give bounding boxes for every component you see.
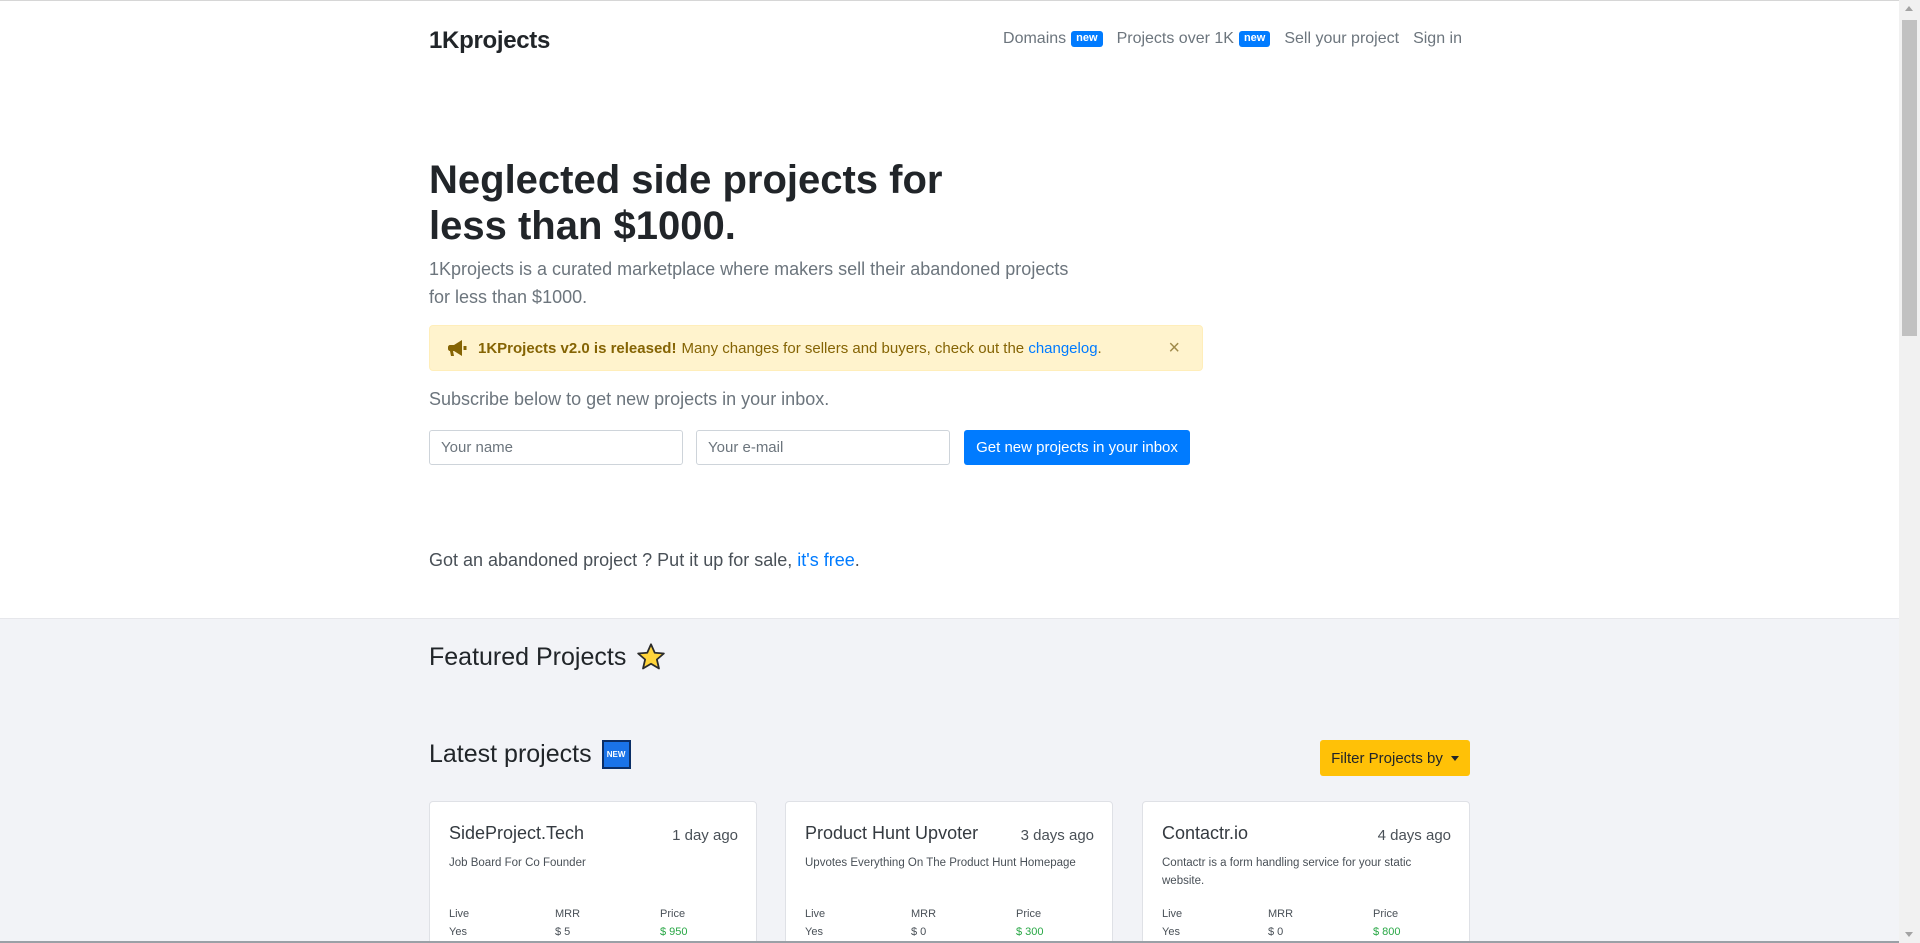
name-input[interactable] (429, 430, 683, 465)
price-value: $ 800 (1373, 926, 1401, 938)
scroll-up-icon[interactable] (1905, 6, 1913, 11)
featured-title: Featured Projects (429, 642, 627, 671)
page-scrollbar[interactable] (1899, 0, 1920, 943)
page-title: Neglected side projects for less than $1… (429, 158, 943, 248)
project-price: Price $ 800 (1373, 905, 1401, 941)
project-name: Product Hunt Upvoter (805, 823, 979, 843)
price-value: $ 300 (1016, 926, 1044, 938)
changelog-link[interactable]: changelog (1028, 340, 1097, 357)
project-description: Contactr is a form handling service for … (1162, 857, 1412, 887)
project-mrr: MRR $ 0 (911, 905, 936, 941)
brand-logo[interactable]: 1Kprojects (429, 27, 550, 55)
project-mrr: MRR $ 0 (1268, 905, 1293, 941)
price-label: Price (1373, 908, 1399, 920)
project-price: Price $ 950 (660, 905, 688, 941)
project-card[interactable]: Contactr.io 4 days ago Contactr is a for… (1142, 801, 1470, 943)
live-label: Live (449, 908, 470, 920)
new-icon: NEW (601, 740, 631, 769)
live-label: Live (1162, 908, 1183, 920)
hero-section: 1Kprojects Domains new Projects over 1K … (0, 1, 1899, 619)
latest-title: Latest projects (429, 740, 592, 768)
project-description: Job Board For Co Founder (449, 857, 586, 869)
project-card[interactable]: Product Hunt Upvoter 3 days ago Upvotes … (785, 801, 1113, 943)
sell-line: Got an abandoned project ? Put it up for… (429, 550, 860, 571)
live-value: Yes (805, 926, 823, 938)
mrr-value: $ 0 (1268, 926, 1284, 938)
close-icon[interactable]: × (1168, 338, 1180, 358)
project-card[interactable]: SideProject.Tech 1 day ago Job Board For… (429, 801, 757, 943)
filter-projects-dropdown[interactable]: Filter Projects by (1320, 740, 1470, 776)
new-badge: new (1238, 31, 1271, 47)
project-live: Live Yes (1162, 905, 1182, 941)
nav-links: Domains new Projects over 1K new Sell yo… (1003, 30, 1462, 48)
scroll-down-icon[interactable] (1905, 932, 1913, 937)
live-value: Yes (449, 926, 467, 938)
project-price: Price $ 300 (1016, 905, 1044, 941)
project-date: 3 days ago (1020, 827, 1094, 844)
sell-suffix: . (854, 550, 860, 570)
project-description: Upvotes Everything On The Product Hunt H… (805, 857, 1076, 869)
sell-text: Got an abandoned project ? Put it up for… (429, 550, 793, 570)
navbar: 1Kprojects Domains new Projects over 1K … (429, 27, 1462, 57)
mrr-value: $ 0 (911, 926, 927, 938)
price-value: $ 950 (660, 926, 688, 938)
filter-label: Filter Projects by (1331, 749, 1443, 767)
mrr-value: $ 5 (555, 926, 571, 938)
alert-bold-text: 1KProjects v2.0 is released! (478, 339, 677, 357)
project-date: 4 days ago (1377, 827, 1451, 844)
hero-lead: 1Kprojects is a curated marketplace wher… (429, 259, 1069, 307)
featured-heading: Featured Projects (429, 642, 666, 672)
project-name: Contactr.io (1162, 823, 1249, 843)
project-mrr: MRR $ 5 (555, 905, 580, 941)
nav-sell-your-project[interactable]: Sell your project (1284, 30, 1399, 48)
nav-projects-over-1k-label: Projects over 1K (1116, 30, 1234, 47)
nav-domains-label: Domains (1003, 30, 1067, 47)
project-date: 1 day ago (672, 827, 738, 844)
alert-suffix: . (1097, 339, 1102, 357)
nav-projects-over-1k[interactable]: Projects over 1K new (1117, 30, 1271, 48)
star-icon (637, 643, 666, 670)
subscribe-text: Subscribe below to get new projects in y… (429, 389, 830, 409)
its-free-link[interactable]: it's free (797, 550, 854, 570)
latest-heading: Latest projects NEW (429, 740, 631, 769)
price-label: Price (1016, 908, 1042, 920)
project-live: Live Yes (449, 905, 469, 941)
subscribe-button[interactable]: Get new projects in your inbox (964, 430, 1190, 465)
release-alert: 1KProjects v2.0 is released! Many change… (429, 325, 1203, 371)
scroll-thumb[interactable] (1902, 20, 1917, 336)
caret-down-icon (1450, 755, 1459, 761)
nav-domains[interactable]: Domains new (1003, 30, 1103, 48)
live-value: Yes (1162, 926, 1180, 938)
alert-text: Many changes for sellers and buyers, che… (681, 339, 1025, 357)
nav-sign-in[interactable]: Sign in (1413, 30, 1462, 48)
live-label: Live (805, 908, 826, 920)
megaphone-icon (448, 340, 467, 356)
email-input[interactable] (696, 430, 950, 465)
project-live: Live Yes (805, 905, 825, 941)
mrr-label: MRR (911, 908, 937, 920)
project-name: SideProject.Tech (449, 823, 585, 843)
mrr-label: MRR (555, 908, 581, 920)
new-badge: new (1071, 31, 1103, 47)
price-label: Price (660, 908, 686, 920)
mrr-label: MRR (1268, 908, 1294, 920)
